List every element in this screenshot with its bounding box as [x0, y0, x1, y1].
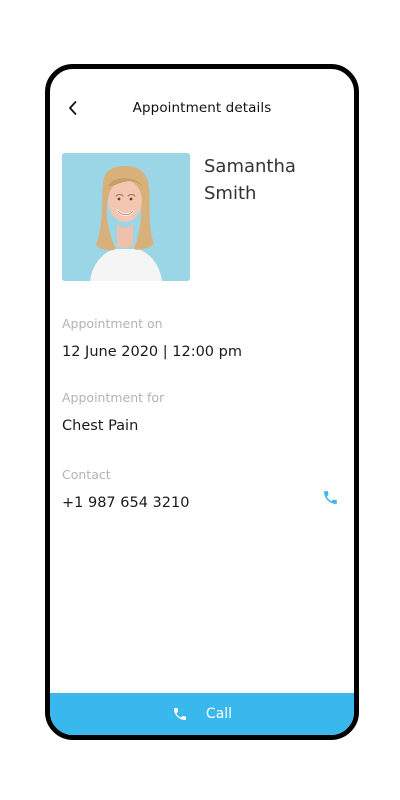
phone-frame: Appointment details Samantha Smith Appoi…: [45, 64, 359, 740]
contact-label: Contact: [62, 467, 111, 482]
patient-first-name: Samantha: [204, 156, 296, 177]
call-button-label: Call: [205, 706, 233, 722]
contact-value: +1 987 654 3210: [62, 495, 190, 511]
appointment-date-section: Appointment on 12 June 2020 | 12:00 pm: [62, 316, 332, 362]
app-header: Appointment details: [50, 69, 354, 153]
appointment-date-value: 12 June 2020 | 12:00 pm: [62, 344, 242, 360]
contact-section: Contact +1 987 654 3210: [62, 467, 332, 513]
phone-icon[interactable]: [322, 489, 339, 506]
patient-name: Samantha Smith: [204, 153, 324, 207]
appointment-date-label: Appointment on: [62, 316, 163, 331]
appointment-reason-section: Appointment for Chest Pain: [62, 390, 332, 436]
patient-photo: [62, 153, 190, 281]
appointment-reason-label: Appointment for: [62, 390, 165, 405]
phone-icon: [172, 706, 188, 722]
appointment-reason-value: Chest Pain: [62, 418, 139, 434]
patient-profile: Samantha Smith: [62, 153, 332, 283]
appointment-details-screen: Appointment details Samantha Smith Appoi…: [50, 69, 354, 735]
patient-last-name: Smith: [204, 183, 257, 204]
page-title: Appointment details: [132, 100, 272, 116]
call-button[interactable]: Call: [50, 693, 354, 735]
